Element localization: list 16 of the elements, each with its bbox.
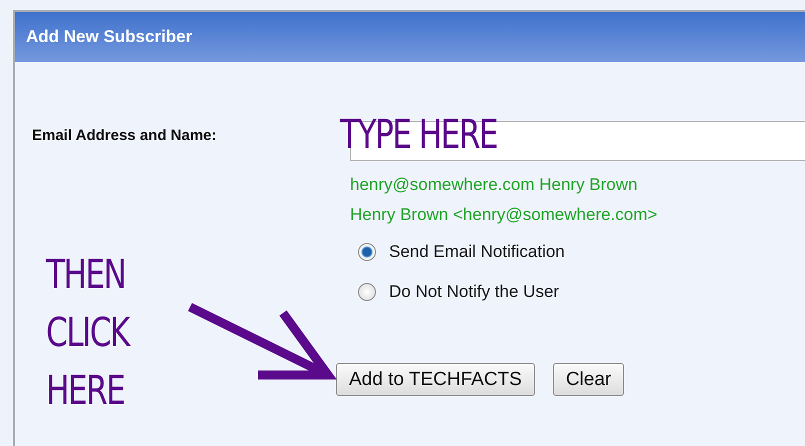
panel-title: Add New Subscriber bbox=[15, 12, 805, 62]
handwritten-note: TYPE HERE bbox=[340, 112, 498, 158]
option-label: Do Not Notify the User bbox=[389, 282, 560, 302]
example-text: henry@somewhere.com Henry Brown bbox=[350, 174, 638, 196]
radio-icon[interactable] bbox=[358, 283, 376, 301]
handwritten-note: HERE bbox=[46, 367, 126, 416]
radio-icon[interactable] bbox=[358, 243, 376, 261]
clear-button[interactable]: Clear bbox=[552, 363, 624, 396]
field-label: Email Address and Name: bbox=[32, 126, 217, 144]
example-text: Henry Brown <henry@somewhere.com> bbox=[350, 204, 658, 226]
radio-option[interactable]: Do Not Notify the User bbox=[358, 282, 805, 302]
handwritten-note: CLICK bbox=[46, 309, 129, 358]
handwritten-note: THEN bbox=[46, 251, 126, 300]
radio-option[interactable]: Send Email Notification bbox=[358, 242, 805, 262]
add-button[interactable]: Add to TECHFACTS bbox=[336, 363, 535, 396]
option-label: Send Email Notification bbox=[389, 242, 565, 262]
